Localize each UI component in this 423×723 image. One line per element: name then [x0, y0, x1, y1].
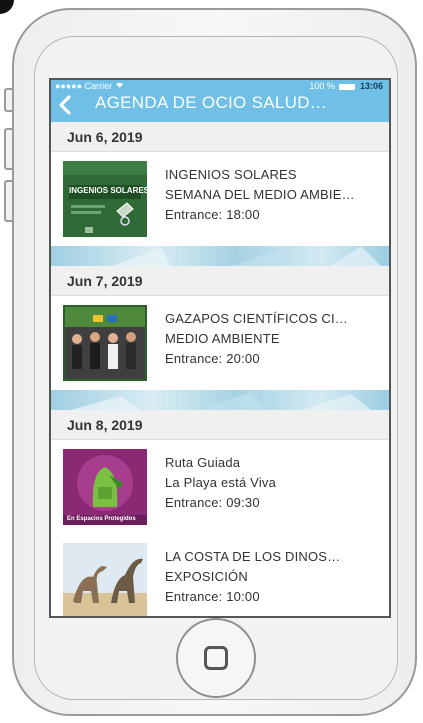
date-header: Jun 7, 2019 — [51, 266, 389, 296]
event-title: LA COSTA DE LOS DINOS… — [165, 549, 341, 564]
corner-decoration — [0, 0, 14, 14]
page-title: AGENDA DE OCIO SALUD… — [95, 93, 328, 112]
event-text: INGENIOS SOLARES SEMANA DEL MEDIO AMBIE…… — [165, 165, 381, 225]
back-chevron-icon[interactable] — [57, 94, 77, 118]
date-header: Jun 6, 2019 — [51, 122, 389, 152]
carrier-label: ●●●●● Carrier — [55, 81, 113, 91]
thumbnail-caption: INGENIOS SOLARES — [69, 186, 147, 195]
event-entrance: Entrance: 09:30 — [165, 495, 260, 510]
status-bar: ●●●●● Carrier 100 % 13:06 — [51, 80, 389, 94]
event-thumbnail-solar: INGENIOS SOLARES — [63, 161, 147, 237]
event-thumbnail-gazapos — [63, 305, 147, 381]
event-text: Ruta Guiada La Playa está Viva Entrance:… — [165, 453, 381, 513]
event-title: INGENIOS SOLARES — [165, 167, 297, 182]
event-thumbnail-dinos — [63, 543, 147, 616]
thumbnail-caption: En Espacios Protegidos — [67, 516, 136, 522]
event-subtitle: MEDIO AMBIENTE — [165, 331, 280, 346]
phone-volume-up — [4, 128, 12, 170]
status-left: ●●●●● Carrier — [55, 81, 124, 91]
event-text: LA COSTA DE LOS DINOS… EXPOSICIÓN Entran… — [165, 547, 381, 607]
date-header: Jun 8, 2019 — [51, 410, 389, 440]
event-entrance: Entrance: 10:00 — [165, 589, 260, 604]
event-entrance: Entrance: 20:00 — [165, 351, 260, 366]
phone-volume-down — [4, 180, 12, 222]
event-item[interactable]: GAZAPOS CIENTÍFICOS CI… MEDIO AMBIENTE E… — [51, 296, 389, 390]
battery-icon — [339, 83, 356, 90]
event-item[interactable]: En Espacios Protegidos Ruta Guiada La Pl… — [51, 440, 389, 534]
app-screen: ●●●●● Carrier 100 % 13:06 AGENDA DE OCIO… — [49, 78, 391, 618]
event-entrance: Entrance: 18:00 — [165, 207, 260, 222]
battery-percent: 100 % — [309, 81, 335, 91]
event-item[interactable]: LA COSTA DE LOS DINOS… EXPOSICIÓN Entran… — [51, 534, 389, 616]
wifi-icon — [115, 81, 124, 91]
event-subtitle: La Playa está Viva — [165, 475, 277, 490]
status-right: 100 % 13:06 — [309, 81, 383, 91]
event-thumbnail-ruta: En Espacios Protegidos — [63, 449, 147, 525]
event-item[interactable]: INGENIOS SOLARES INGENIOS SOLARES SEMANA… — [51, 152, 389, 246]
event-title: GAZAPOS CIENTÍFICOS CI… — [165, 311, 349, 326]
event-subtitle: EXPOSICIÓN — [165, 569, 248, 584]
home-square-icon — [204, 646, 228, 670]
section-separator — [51, 246, 389, 266]
phone-mute-switch — [4, 88, 12, 112]
home-button[interactable] — [176, 618, 256, 698]
event-text: GAZAPOS CIENTÍFICOS CI… MEDIO AMBIENTE E… — [165, 309, 381, 369]
navigation-bar: ●●●●● Carrier 100 % 13:06 AGENDA DE OCIO… — [51, 80, 389, 122]
event-subtitle: SEMANA DEL MEDIO AMBIE… — [165, 187, 355, 202]
section-separator — [51, 390, 389, 410]
clock: 13:06 — [359, 81, 383, 91]
event-list: Jun 6, 2019 INGENIOS SOLARES INGENIOS SO… — [51, 122, 389, 616]
event-title: Ruta Guiada — [165, 455, 241, 470]
